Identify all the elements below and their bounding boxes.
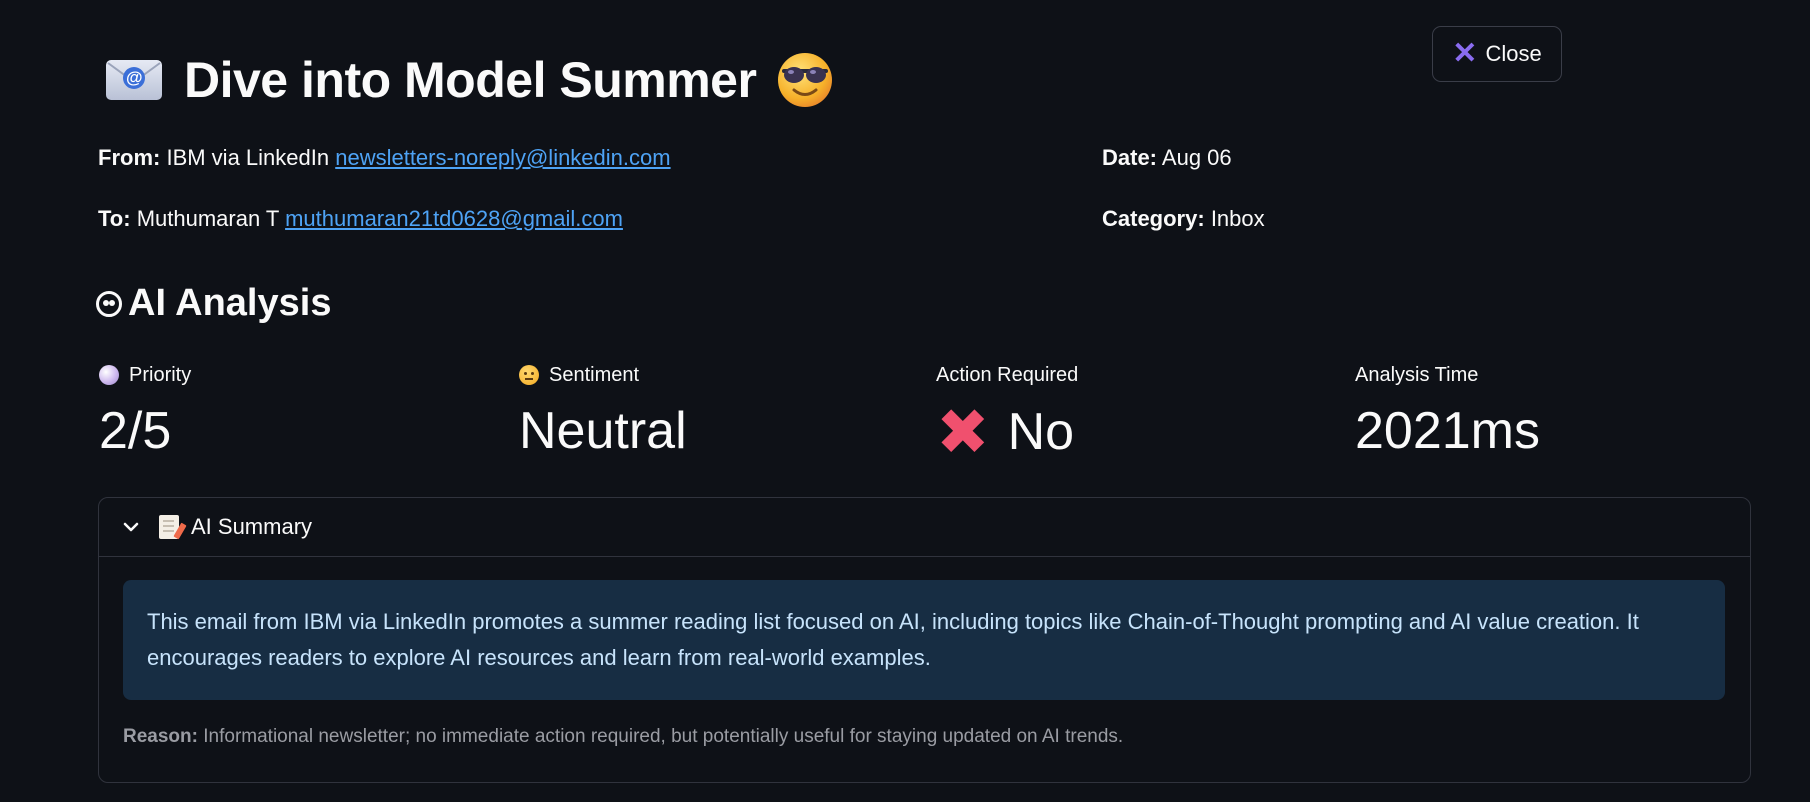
to-row: To: Muthumaran T muthumaran21td0628@gmai… <box>98 204 623 234</box>
action-required-value: No <box>1007 403 1075 461</box>
reason-text: Informational newsletter; no immediate a… <box>203 726 1124 747</box>
from-label: From: <box>98 145 161 170</box>
ai-summary-info-box: This email from IBM via LinkedIn promote… <box>123 580 1725 700</box>
to-email-link[interactable]: muthumaran21td0628@gmail.com <box>285 206 623 231</box>
analysis-time-value: 2021ms <box>1355 402 1540 460</box>
analysis-time-metric: Analysis Time 2021ms <box>1355 360 1540 462</box>
robot-face-icon <box>96 290 122 317</box>
memo-icon <box>159 515 179 539</box>
ai-summary-text: This email from IBM via LinkedIn promote… <box>147 609 1639 670</box>
date-value: Aug 06 <box>1161 145 1232 170</box>
from-name: IBM via LinkedIn <box>166 145 330 170</box>
sentiment-value: Neutral <box>519 402 687 460</box>
sentiment-metric-label: Sentiment <box>519 360 687 390</box>
ai-analysis-title: AI Analysis <box>128 282 332 324</box>
cross-mark-icon: ✖ <box>936 396 990 468</box>
priority-label-text: Priority <box>129 363 192 386</box>
action-required-value-row: ✖ No <box>936 400 1078 464</box>
date-label: Date: <box>1102 145 1158 170</box>
to-name: Muthumaran T <box>136 206 279 231</box>
from-email-link[interactable]: newsletters-noreply@linkedin.com <box>335 145 670 170</box>
email-detail-page: @ Dive into Model Summer ✕ Close From: I… <box>0 0 1810 802</box>
date-row: Date: Aug 06 <box>1102 143 1232 173</box>
analysis-time-label-text: Analysis Time <box>1355 363 1479 386</box>
chevron-down-icon <box>123 522 139 532</box>
category-value: Inbox <box>1210 206 1265 231</box>
from-row: From: IBM via LinkedIn newsletters-norep… <box>98 143 671 173</box>
action-required-metric: Action Required ✖ No <box>936 360 1078 465</box>
sentiment-metric: Sentiment Neutral <box>519 360 687 462</box>
envelope-icon: @ <box>106 60 162 100</box>
ai-analysis-heading: AI Analysis <box>96 282 331 325</box>
ai-summary-expander-header[interactable]: AI Summary <box>99 498 1750 557</box>
neutral-face-icon <box>519 365 539 385</box>
close-icon: ✕ <box>1452 37 1478 70</box>
category-label: Category: <box>1102 206 1205 231</box>
close-button-label: Close <box>1485 41 1542 66</box>
purple-circle-icon <box>99 365 119 385</box>
analysis-time-metric-label: Analysis Time <box>1355 360 1540 390</box>
priority-metric-label: Priority <box>99 360 191 390</box>
close-button[interactable]: ✕ Close <box>1432 26 1562 82</box>
action-required-label-text: Action Required <box>936 363 1079 386</box>
email-subject-heading: @ Dive into Model Summer <box>106 48 834 112</box>
priority-value: 2/5 <box>99 402 172 460</box>
reason-line: Reason: Informational newsletter; no imm… <box>123 726 1123 748</box>
ai-summary-header-label: AI Summary <box>191 514 313 539</box>
category-row: Category: Inbox <box>1102 204 1265 234</box>
to-label: To: <box>98 206 131 231</box>
priority-metric: Priority 2/5 <box>99 360 191 462</box>
action-required-metric-label: Action Required <box>936 360 1078 390</box>
sunglasses-face-icon <box>778 53 833 107</box>
ai-summary-expander: AI Summary This email from IBM via Linke… <box>98 497 1751 783</box>
reason-label: Reason: <box>123 726 198 747</box>
sentiment-label-text: Sentiment <box>549 363 640 386</box>
email-subject: Dive into Model Summer <box>184 52 757 108</box>
